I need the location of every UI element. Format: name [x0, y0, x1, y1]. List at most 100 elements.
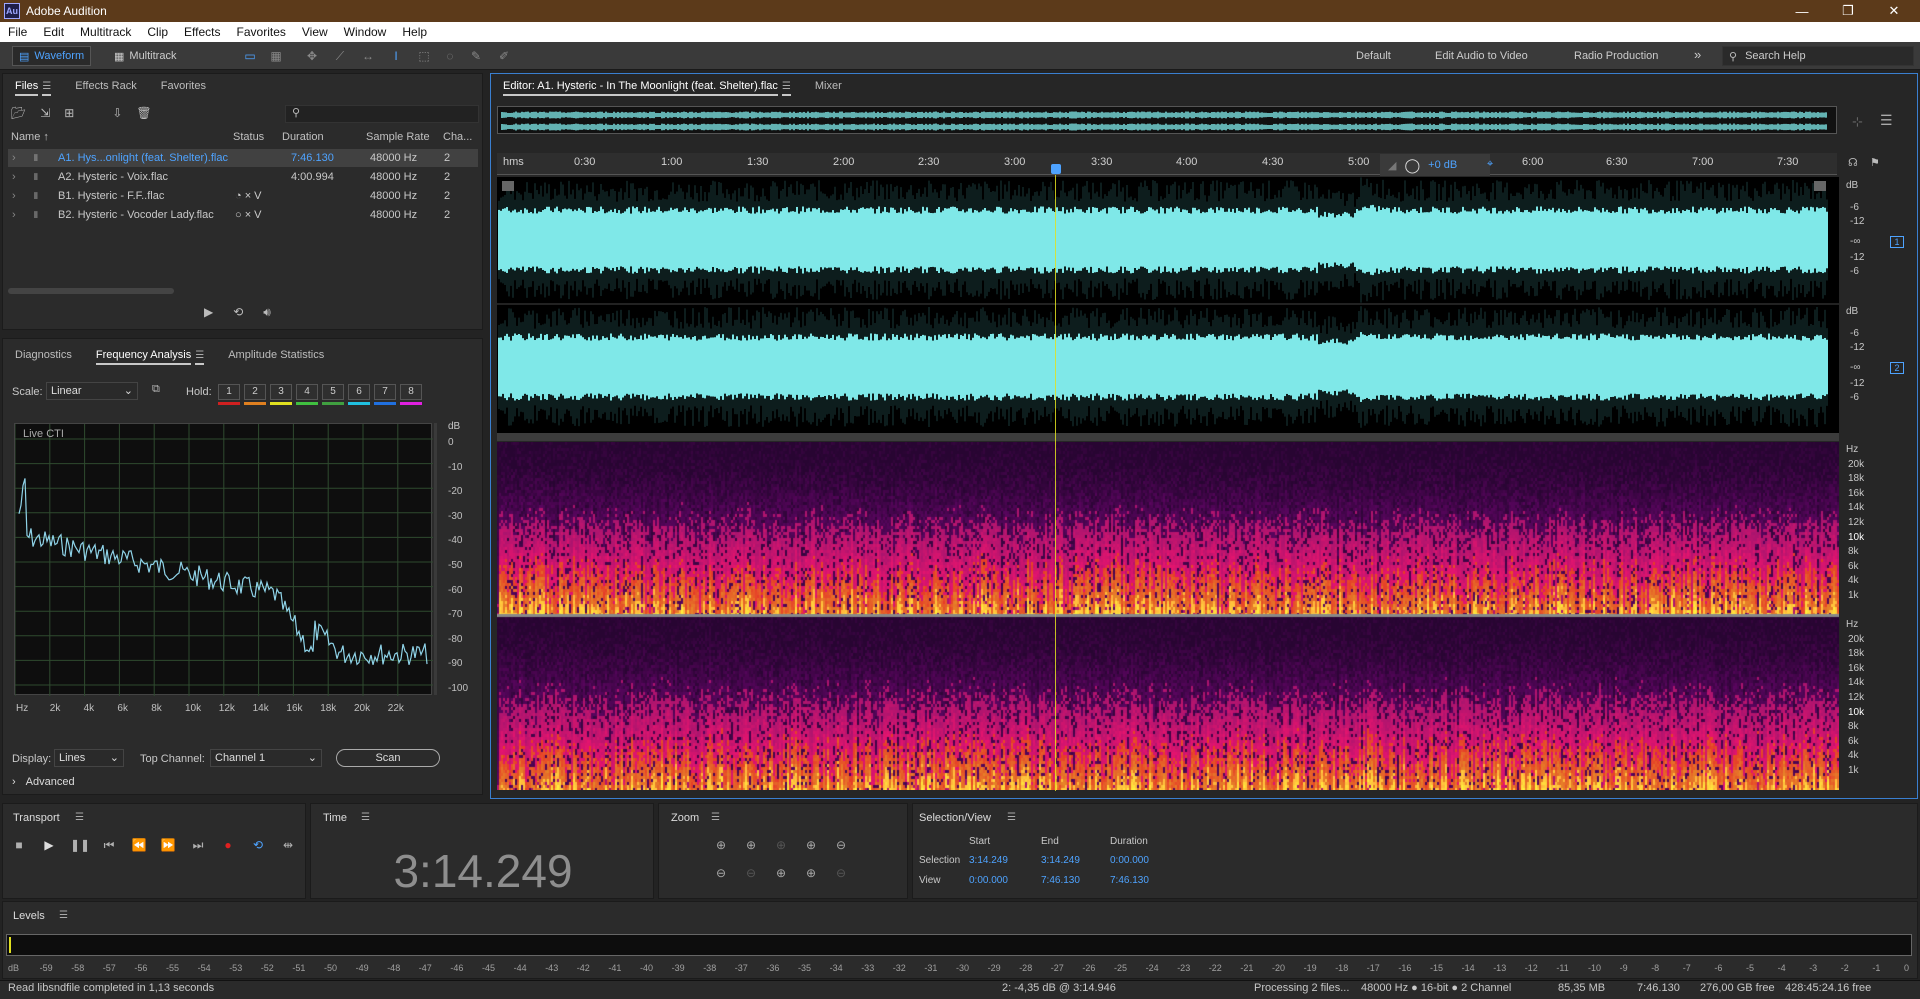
time-selection-tool-icon[interactable]: I	[388, 48, 404, 64]
next-icon[interactable]: ⏭	[189, 838, 207, 854]
multitrack-view-button[interactable]: ▦ Multitrack	[108, 46, 182, 66]
move-tool-icon[interactable]: ✥	[304, 48, 320, 64]
zoom-to-selection-icon[interactable]: ⊕	[802, 838, 820, 854]
fade-in-handle-icon[interactable]	[502, 181, 514, 191]
skip-selection-icon[interactable]: ⇹	[279, 838, 297, 854]
workspace-edit-audio-to-video[interactable]: Edit Audio to Video	[1435, 50, 1528, 62]
tab-mixer[interactable]: Mixer	[803, 74, 854, 98]
hud-volume[interactable]: ◢ ◯ +0 dB	[1380, 154, 1490, 176]
new-file-icon[interactable]: ⊞	[64, 106, 74, 120]
razor-tool-icon[interactable]: ⟋	[332, 48, 348, 64]
menu-clip[interactable]: Clip	[139, 25, 176, 39]
col-channels[interactable]: Cha...	[443, 131, 472, 143]
zoom-to-selection-icon[interactable]: ⊹	[1852, 114, 1863, 130]
zoom-in-time-icon[interactable]: ⊕	[742, 838, 760, 854]
menu-multitrack[interactable]: Multitrack	[72, 25, 139, 39]
hold-button-8[interactable]: 8	[400, 384, 422, 400]
files-scrollbar[interactable]	[8, 288, 174, 294]
zoom-in-amplitude-icon[interactable]: ⊕	[712, 838, 730, 854]
previous-icon[interactable]: ⏮	[100, 838, 118, 854]
pin-icon[interactable]: ⌖	[1487, 158, 1493, 171]
playhead-line[interactable]	[1055, 175, 1056, 791]
loop-icon[interactable]: ⟲	[249, 838, 267, 854]
selection-duration[interactable]: 0:00.000	[1110, 855, 1149, 866]
scan-button[interactable]: Scan	[336, 749, 440, 767]
lasso-tool-icon[interactable]: ◌	[442, 48, 458, 64]
spectral-display-icon[interactable]: ▦	[268, 48, 284, 64]
waveform-display-icon[interactable]: ▭	[242, 48, 258, 64]
marker-icon[interactable]: ⚑	[1870, 156, 1880, 169]
tab-favorites[interactable]: Favorites	[149, 74, 218, 98]
hold-button-4[interactable]: 4	[296, 384, 318, 400]
col-name[interactable]: Name ↑	[11, 131, 49, 143]
graph-vertical-scrollbar[interactable]	[434, 423, 437, 695]
hold-button-1[interactable]: 1	[218, 384, 240, 400]
search-help-box[interactable]: ⚲ Search Help	[1722, 46, 1914, 66]
panel-menu-icon[interactable]: ☰	[361, 812, 370, 823]
preview-play-icon[interactable]: ▶	[204, 305, 213, 320]
playhead-handle[interactable]	[1051, 164, 1061, 174]
col-sample-rate[interactable]: Sample Rate	[366, 131, 430, 143]
fade-out-handle-icon[interactable]	[1814, 181, 1826, 191]
hold-button-2[interactable]: 2	[244, 384, 266, 400]
headphones-icon[interactable]: ☊	[1848, 156, 1858, 169]
overview-menu-icon[interactable]: ☰	[1880, 112, 1893, 129]
tab-editor[interactable]: Editor: A1. Hysteric - In The Moonlight …	[491, 74, 803, 98]
fast-forward-icon[interactable]: ⏩	[159, 838, 177, 854]
menu-favorites[interactable]: Favorites	[229, 25, 294, 39]
close-button[interactable]: ✕	[1874, 0, 1914, 22]
file-row[interactable]: › ⫴ A1. Hys...onlight (feat. Shelter).flac…	[8, 149, 478, 167]
file-row[interactable]: › ⫴ A2. Hysteric - Voix.flac 4:00.994 48000 …	[8, 168, 478, 186]
channel-1-badge[interactable]: 1	[1890, 236, 1904, 248]
panel-menu-icon[interactable]: ☰	[711, 812, 720, 823]
view-end[interactable]: 7:46.130	[1041, 875, 1080, 886]
overview-navigator[interactable]	[497, 106, 1837, 134]
tab-frequency-analysis[interactable]: Frequency Analysis ☰	[84, 343, 216, 367]
sync-icon[interactable]: ⧉	[152, 383, 160, 396]
workspace-default[interactable]: Default	[1356, 50, 1391, 62]
menu-view[interactable]: View	[294, 25, 336, 39]
maximize-button[interactable]: ❐	[1828, 0, 1868, 22]
chevron-right-icon[interactable]: ›	[12, 209, 16, 221]
file-row[interactable]: › ⫴ B1. Hysteric - F.F..flac ◔ × V 48000 Hz 2	[8, 187, 478, 205]
hold-button-7[interactable]: 7	[374, 384, 396, 400]
search-help-input[interactable]: Search Help	[1745, 50, 1806, 62]
panel-menu-icon[interactable]: ☰	[59, 910, 68, 921]
files-search-input[interactable]: ⚲	[285, 105, 479, 123]
waveform-spectral-divider[interactable]	[497, 433, 1839, 441]
zoom-out-amplitude-icon[interactable]: ⊖	[712, 866, 730, 882]
hold-button-3[interactable]: 3	[270, 384, 292, 400]
hold-button-6[interactable]: 6	[348, 384, 370, 400]
menu-file[interactable]: File	[0, 25, 35, 39]
menu-edit[interactable]: Edit	[35, 25, 72, 39]
zoom-out-full-icon[interactable]: ⊖	[832, 838, 850, 854]
zoom-reset-icon[interactable]: ⊖	[832, 866, 850, 882]
scale-select[interactable]: Linear ⌄	[46, 382, 138, 400]
preview-autoplay-icon[interactable]: 🔊︎	[263, 305, 271, 320]
selection-end[interactable]: 3:14.249	[1041, 855, 1080, 866]
insert-into-multitrack-icon[interactable]: ⇩	[112, 106, 122, 120]
chevron-right-icon[interactable]: ›	[12, 171, 16, 183]
record-icon[interactable]: ●	[219, 838, 237, 854]
panel-menu-icon[interactable]: ☰	[195, 350, 205, 365]
time-ruler[interactable]	[497, 153, 1837, 175]
selection-start[interactable]: 3:14.249	[969, 855, 1008, 866]
zoom-in-point-icon[interactable]: ⊕	[772, 838, 790, 854]
zoom-in-right-icon[interactable]: ⊕	[802, 866, 820, 882]
waveform-view-button[interactable]: ▤ Waveform	[12, 46, 92, 66]
delete-icon[interactable]: 🗑︎	[136, 106, 151, 120]
advanced-toggle[interactable]: › Advanced	[12, 776, 75, 788]
slip-tool-icon[interactable]: ↔	[360, 48, 376, 64]
play-icon[interactable]: ▶	[40, 838, 58, 854]
chevron-right-icon[interactable]: ›	[12, 190, 16, 202]
more-workspaces-button[interactable]: »	[1694, 47, 1701, 62]
spot-healing-tool-icon[interactable]: ✐	[496, 48, 512, 64]
open-file-icon[interactable]: 📂︎	[11, 106, 26, 120]
minimize-button[interactable]: —	[1782, 0, 1822, 22]
workspace-radio-production[interactable]: Radio Production	[1574, 50, 1658, 62]
stop-icon[interactable]: ■	[10, 838, 28, 854]
panel-menu-icon[interactable]: ☰	[781, 81, 791, 96]
tab-diagnostics[interactable]: Diagnostics	[3, 343, 84, 367]
zoom-out-time-icon[interactable]: ⊖	[742, 866, 760, 882]
tab-files[interactable]: Files ☰	[3, 74, 63, 98]
